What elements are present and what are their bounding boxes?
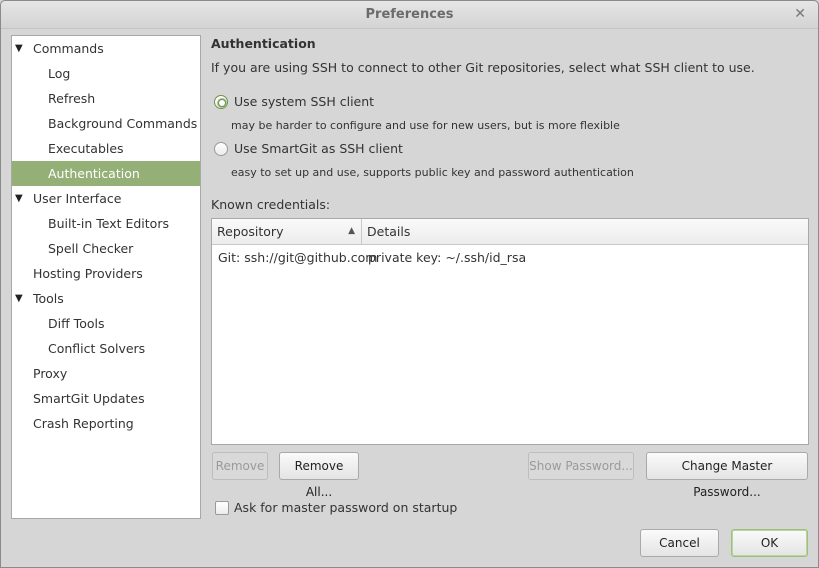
sidebar-item-smartgit-updates[interactable]: SmartGit Updates — [12, 386, 200, 411]
expand-arrow-icon[interactable]: ▼ — [15, 186, 23, 211]
sidebar-item-label: Built-in Text Editors — [48, 216, 169, 231]
radio-smartgit-ssh-label[interactable]: Use SmartGit as SSH client — [234, 141, 403, 156]
sidebar-item-label: Commands — [33, 41, 104, 56]
section-heading: Authentication — [211, 36, 316, 51]
column-header-label: Details — [367, 224, 411, 239]
sidebar-item-label: Crash Reporting — [33, 416, 134, 431]
sidebar-item-label: Refresh — [48, 91, 96, 106]
credentials-table: Repository ▲ Details Git: ssh://git@gith… — [211, 218, 809, 445]
radio-system-ssh[interactable] — [214, 95, 228, 109]
sidebar-item-label: User Interface — [33, 191, 122, 206]
sidebar-item-label: Tools — [33, 291, 64, 306]
sidebar-item-built-in-text-editors[interactable]: Built-in Text Editors — [12, 211, 200, 236]
cell-details: private key: ~/.ssh/id_rsa — [368, 250, 527, 265]
sidebar-item-label: Proxy — [33, 366, 68, 381]
table-row[interactable]: Git: ssh://git@github.com private key: ~… — [212, 245, 808, 270]
change-master-password-button[interactable]: Change Master Password... — [646, 452, 808, 499]
sidebar-item-refresh[interactable]: Refresh — [12, 86, 200, 111]
system-ssh-hint: may be harder to configure and use for n… — [231, 119, 620, 132]
sidebar-item-label: Hosting Providers — [33, 266, 143, 281]
sidebar-item-proxy[interactable]: Proxy — [12, 361, 200, 386]
ok-button[interactable]: OK — [731, 529, 808, 557]
sidebar-item-commands[interactable]: ▼ Commands — [12, 36, 200, 61]
sidebar-item-crash-reporting[interactable]: Crash Reporting — [12, 411, 200, 436]
cell-repository: Git: ssh://git@github.com — [218, 250, 378, 265]
sidebar-item-background-commands[interactable]: Background Commands — [12, 111, 200, 136]
radio-system-ssh-label[interactable]: Use system SSH client — [234, 94, 374, 109]
expand-arrow-icon[interactable]: ▼ — [15, 286, 23, 311]
sidebar-item-label: Spell Checker — [48, 241, 134, 256]
ask-master-password-checkbox[interactable] — [215, 501, 229, 515]
sidebar-item-label: Authentication — [48, 166, 140, 181]
sidebar-item-executables[interactable]: Executables — [12, 136, 200, 161]
preferences-tree: ▼ Commands Log Refresh Background Commands Ex… — [11, 35, 201, 519]
sidebar-item-conflict-solvers[interactable]: Conflict Solvers — [12, 336, 200, 361]
sidebar-item-label: Executables — [48, 141, 124, 156]
close-icon[interactable]: ✕ — [794, 6, 806, 22]
intro-text: If you are using SSH to connect to other… — [211, 60, 755, 75]
ask-master-password-label[interactable]: Ask for master password on startup — [234, 500, 457, 515]
sidebar-item-diff-tools[interactable]: Diff Tools — [12, 311, 200, 336]
remove-all-button[interactable]: Remove All... — [279, 452, 359, 499]
cancel-button[interactable]: Cancel — [640, 529, 719, 557]
sidebar-item-hosting-providers[interactable]: Hosting Providers — [12, 261, 200, 286]
sidebar-item-label: Diff Tools — [48, 316, 105, 331]
show-password-button[interactable]: Show Password... — [528, 452, 634, 480]
smartgit-ssh-hint: easy to set up and use, supports public … — [231, 166, 634, 179]
expand-arrow-icon[interactable]: ▼ — [15, 36, 23, 61]
sidebar-item-user-interface[interactable]: ▼ User Interface — [12, 186, 200, 211]
sidebar-item-tools[interactable]: ▼ Tools — [12, 286, 200, 311]
column-header-details[interactable]: Details — [362, 219, 808, 245]
column-header-label: Repository — [217, 224, 284, 239]
sidebar-item-label: Log — [48, 66, 71, 81]
window-title: Preferences — [365, 7, 454, 22]
sidebar-item-label: SmartGit Updates — [33, 391, 145, 406]
sort-ascending-icon: ▲ — [348, 226, 355, 236]
sidebar-item-label: Conflict Solvers — [48, 341, 146, 356]
sidebar-item-log[interactable]: Log — [12, 61, 200, 86]
column-header-repository[interactable]: Repository ▲ — [212, 219, 362, 245]
sidebar-item-authentication[interactable]: Authentication — [12, 161, 200, 186]
remove-button[interactable]: Remove — [212, 452, 268, 480]
sidebar-item-label: Background Commands — [48, 116, 198, 131]
radio-smartgit-ssh[interactable] — [214, 142, 228, 156]
sidebar-item-spell-checker[interactable]: Spell Checker — [12, 236, 200, 261]
title-bar: Preferences ✕ — [1, 1, 818, 29]
known-credentials-label: Known credentials: — [211, 197, 331, 212]
